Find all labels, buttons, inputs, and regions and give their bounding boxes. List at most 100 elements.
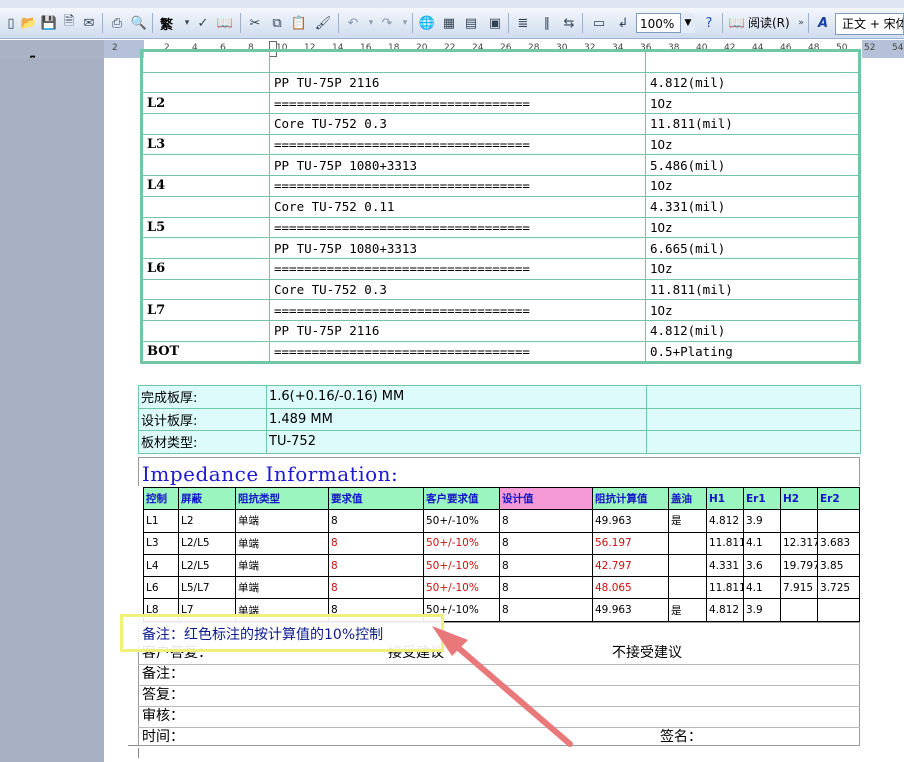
impedance-header-cell: H1 — [706, 486, 744, 511]
stackup-value-cell: 1Oz — [645, 133, 860, 156]
hyperlink-icon[interactable]: 🌐 — [418, 14, 436, 32]
impedance-cell: 50+/-10% — [423, 531, 500, 555]
format-painter-icon[interactable]: 🖌 — [314, 14, 332, 32]
traditional-chinese-convert-button[interactable]: 繁 — [160, 14, 173, 33]
impedance-header-cell: 控制 — [143, 486, 179, 511]
open-folder-icon[interactable]: 📂 — [20, 14, 38, 32]
impedance-cell — [668, 553, 707, 578]
drawing-icon[interactable]: ∥ — [538, 14, 556, 32]
stackup-layer-cell: L7 — [141, 299, 270, 321]
finish-label-cell: 完成板厚: — [138, 385, 267, 409]
impedance-header-cell: Er1 — [743, 486, 781, 511]
stackup-value-cell: 0.5+Plating — [645, 340, 860, 364]
impedance-cell: L2/L5 — [178, 531, 236, 555]
stackup-material-cell: PP TU-75P 1080+3313 — [269, 154, 646, 177]
impedance-cell — [668, 531, 707, 555]
document-map-icon[interactable]: ⇆ — [560, 14, 578, 32]
impedance-cell: 是 — [668, 598, 707, 622]
impedance-cell: 是 — [668, 509, 707, 533]
impedance-cell: 单端 — [235, 553, 329, 578]
tables-borders-icon[interactable]: ▦ — [440, 14, 458, 32]
stackup-material-cell: Core TU-752 0.3 — [269, 113, 646, 135]
impedance-header-cell: 要求值 — [328, 486, 424, 511]
stackup-material-cell: ================================== — [269, 257, 646, 280]
stackup-layer-cell — [141, 113, 270, 135]
impedance-cell: 19.797 — [780, 553, 818, 578]
impedance-cell: 3.683 — [817, 531, 860, 555]
impedance-cell: 56.197 — [592, 531, 669, 555]
style-combo[interactable]: 正文 + 宋体 — [835, 13, 904, 35]
spelling-grammar-icon[interactable]: ✓ — [194, 14, 212, 32]
save-icon[interactable]: 💾 — [40, 14, 58, 32]
styles-formatting-icon[interactable]: A — [814, 14, 832, 32]
finish-value-cell: TU-752 — [266, 430, 647, 454]
columns-icon[interactable]: ≣ — [514, 14, 532, 32]
note-text: 备注：红色标注的按计算值的10%控制 — [142, 627, 384, 643]
impedance-cell — [780, 598, 818, 622]
stackup-row: L6 ================================== 1Oz — [141, 257, 860, 280]
copy-icon[interactable]: ⧉ — [268, 14, 286, 32]
standard-toolbar: ▯ 📂 💾 🗎 ✉ ⎙ 🔍 繁 ▾ ✓ 📖 ✂ ⧉ 📋 🖌 ↶ ▾ ↷ ▾ 🌐 … — [0, 8, 904, 39]
redo-icon[interactable]: ↷ — [378, 14, 396, 32]
impedance-header-cell: Er2 — [817, 486, 860, 511]
finish-value-cell: 1.6(+0.16/-0.16) MM — [266, 385, 647, 409]
impedance-cell: 4.1 — [743, 531, 781, 555]
impedance-cell: 11.811 — [706, 531, 744, 555]
impedance-cell: 4.1 — [743, 576, 781, 600]
answer-row[interactable]: 答复： — [138, 685, 860, 707]
zoom-dropdown-icon[interactable]: ▼ — [680, 13, 695, 33]
help-icon[interactable]: ? — [700, 14, 718, 32]
email-icon[interactable]: ✉ — [80, 14, 98, 32]
print-icon[interactable]: ⎙ — [108, 14, 126, 32]
impedance-cell: 7.915 — [780, 576, 818, 600]
print-preview-icon[interactable]: 🔍 — [130, 14, 148, 32]
impedance-cell: 50+/-10% — [423, 576, 500, 600]
menu-bar[interactable] — [0, 0, 904, 8]
new-document-icon[interactable]: ▯ — [2, 14, 20, 32]
remark-row[interactable]: 备注： — [138, 664, 860, 686]
review-row[interactable]: 审核： — [138, 706, 860, 728]
reject-option[interactable]: 不接受建议 — [612, 643, 682, 664]
show-hide-icon[interactable]: ▭ — [590, 14, 608, 32]
undo-icon[interactable]: ↶ — [344, 14, 362, 32]
read-mode-button[interactable]: 阅读(R) — [748, 14, 790, 31]
finish-extra-cell — [646, 385, 861, 409]
stackup-layer-cell — [141, 50, 270, 73]
impedance-cell: L3 — [143, 531, 179, 555]
impedance-header-row: 控制 屏蔽 阻抗类型 要求值 客户要求值 设计值 阻抗计算值 盖油 H1 Er1 H2 Er2 — [143, 486, 860, 511]
impedance-cell: 3.9 — [743, 598, 781, 622]
stackup-row: Core TU-752 0.11 4.331(mil) — [141, 195, 860, 218]
insert-excel-icon[interactable]: ▣ — [486, 14, 504, 32]
stackup-row — [141, 50, 860, 73]
stackup-material-cell: PP TU-75P 1080+3313 — [269, 237, 646, 259]
impedance-cell — [780, 509, 818, 533]
finish-label-cell: 板材类型: — [138, 430, 267, 454]
impedance-header-cell: 客户要求值 — [423, 486, 500, 511]
paragraph-mark-icon[interactable]: ↲ — [614, 14, 632, 32]
insert-table-icon[interactable]: ▤ — [462, 14, 480, 32]
impedance-header-cell: 阻抗计算值 — [592, 486, 669, 511]
cut-icon[interactable]: ✂ — [246, 14, 264, 32]
impedance-cell: 42.797 — [592, 553, 669, 578]
stackup-row: Core TU-752 0.3 11.811(mil) — [141, 113, 860, 135]
stackup-material-cell: PP TU-75P 2116 — [269, 71, 646, 94]
permission-icon[interactable]: 🗎 — [60, 14, 78, 32]
impedance-cell: 单端 — [235, 531, 329, 555]
stackup-layer-cell — [141, 237, 270, 259]
paste-icon[interactable]: 📋 — [290, 14, 308, 32]
stackup-layer-cell — [141, 195, 270, 218]
impedance-cell — [817, 509, 860, 533]
stackup-layer-cell — [141, 278, 270, 301]
impedance-cell: 8 — [499, 598, 593, 622]
time-row[interactable]: 时间： 签名： — [138, 727, 860, 748]
impedance-cell: L5/L7 — [178, 576, 236, 600]
stackup-layer-cell: L2 — [141, 92, 270, 115]
stackup-layer-cell: BOT — [141, 340, 270, 364]
read-mode-icon[interactable]: 📖 — [728, 14, 746, 32]
stackup-value-cell: 1Oz — [645, 257, 860, 280]
impedance-cell: 8 — [499, 576, 593, 600]
impedance-header-cell: 屏蔽 — [178, 486, 236, 511]
stackup-value-cell: 1Oz — [645, 175, 860, 197]
stackup-layer-cell — [141, 71, 270, 94]
research-icon[interactable]: 📖 — [216, 14, 234, 32]
